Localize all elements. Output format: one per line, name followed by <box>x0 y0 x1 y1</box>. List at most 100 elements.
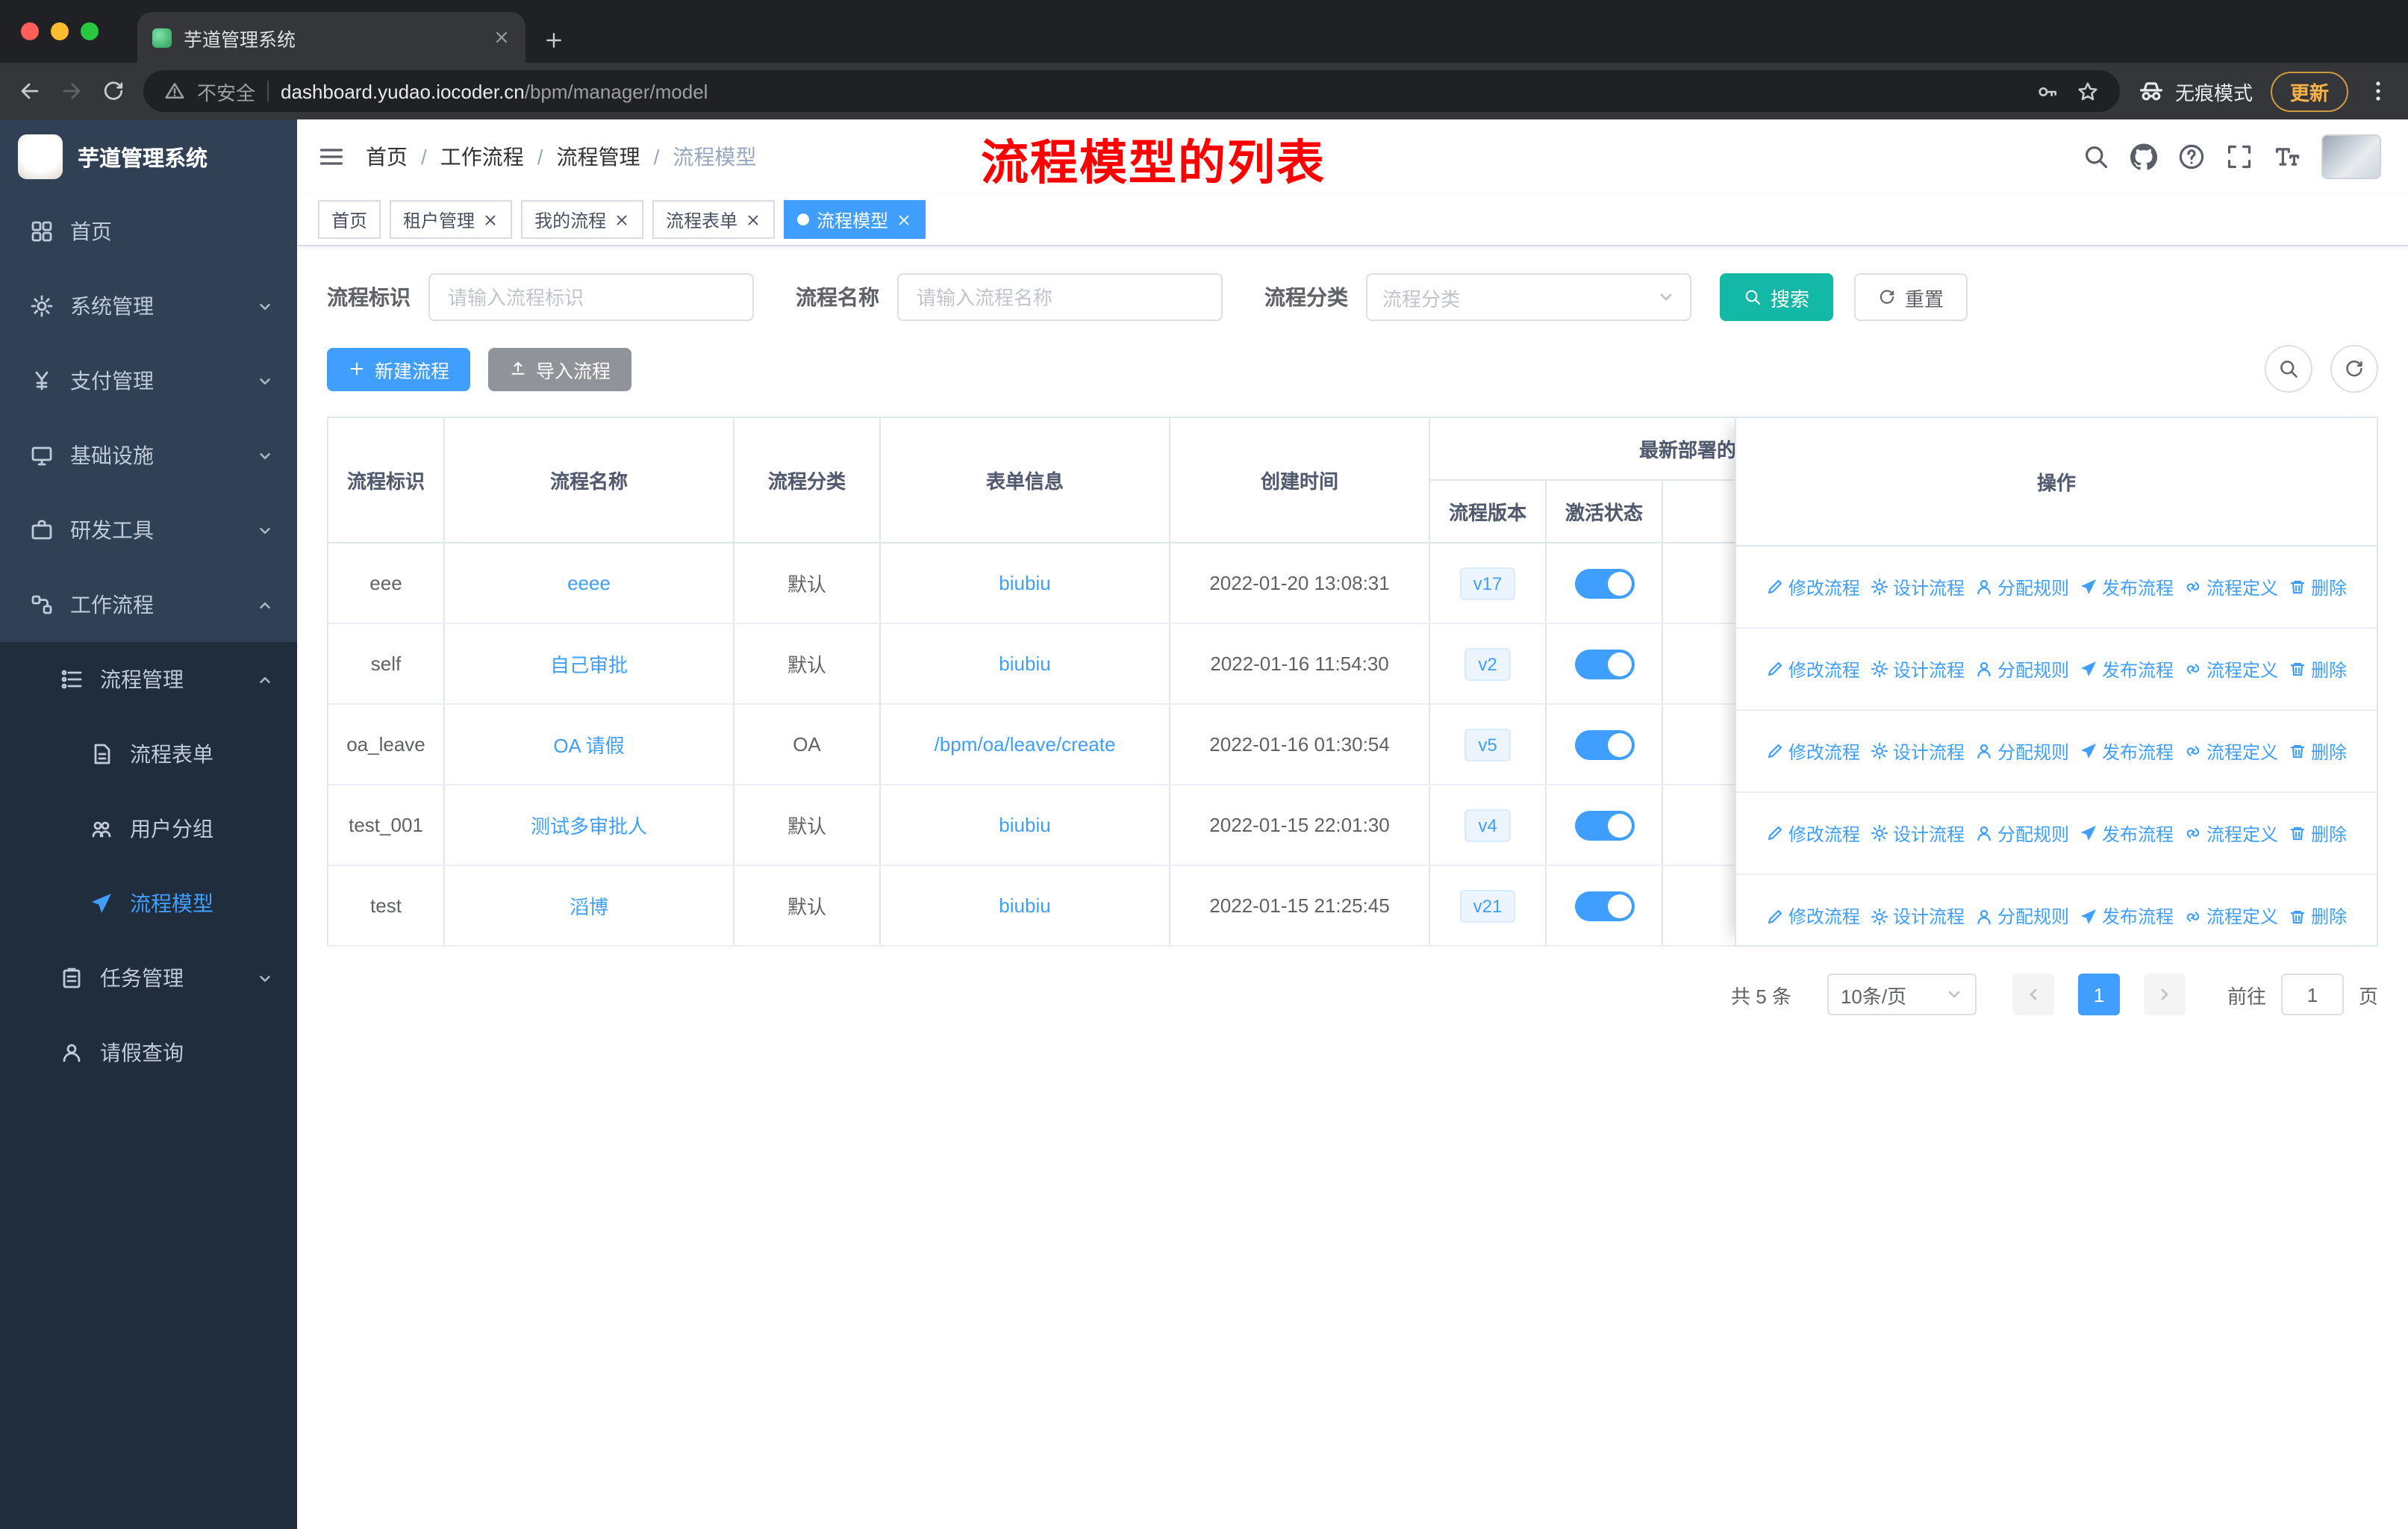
reload-button[interactable] <box>102 79 125 103</box>
design-process-button[interactable]: 设计流程 <box>1871 738 1965 764</box>
publish-process-button[interactable]: 发布流程 <box>2080 903 2174 929</box>
delete-process-button[interactable]: 删除 <box>2289 738 2347 764</box>
tag-my-process[interactable]: 我的流程 <box>521 200 644 239</box>
refresh-table-button[interactable] <box>2330 345 2378 393</box>
forward-button[interactable] <box>60 79 84 103</box>
page-size-select[interactable]: 10条/页 <box>1827 974 1977 1015</box>
active-status-toggle[interactable] <box>1574 891 1634 921</box>
sidebar-item-home[interactable]: 首页 <box>0 194 297 269</box>
assign-rules-button[interactable]: 分配规则 <box>1975 574 2069 600</box>
process-definition-button[interactable]: 流程定义 <box>2184 738 2278 764</box>
back-button[interactable] <box>18 79 42 103</box>
current-page-button[interactable]: 1 <box>2077 974 2120 1015</box>
tag-process-form[interactable]: 流程表单 <box>652 200 776 239</box>
window-zoom-button[interactable] <box>81 22 99 40</box>
hamburger-icon[interactable] <box>318 143 345 170</box>
process-name-link[interactable]: 滔博 <box>570 896 608 918</box>
process-definition-button[interactable]: 流程定义 <box>2184 574 2278 600</box>
help-icon[interactable] <box>2178 143 2205 170</box>
goto-page-input[interactable] <box>2280 974 2344 1015</box>
active-status-toggle[interactable] <box>1574 568 1634 598</box>
form-info-link[interactable]: biubiu <box>999 894 1050 917</box>
form-info-link[interactable]: biubiu <box>999 814 1050 836</box>
breadcrumb-process-management[interactable]: 流程管理 <box>557 142 640 172</box>
publish-process-button[interactable]: 发布流程 <box>2080 738 2174 764</box>
process-definition-button[interactable]: 流程定义 <box>2184 820 2278 846</box>
sidebar-item-payment[interactable]: 支付管理 <box>0 343 297 418</box>
sidebar-item-task-management[interactable]: 任务管理 <box>0 941 297 1015</box>
font-size-icon[interactable] <box>2274 143 2301 170</box>
edit-process-button[interactable]: 修改流程 <box>1766 738 1860 764</box>
tag-close-icon[interactable] <box>896 211 912 228</box>
tag-tenant-management[interactable]: 租户管理 <box>390 200 513 239</box>
sidebar-item-dev-tools[interactable]: 研发工具 <box>0 493 297 567</box>
form-info-link[interactable]: biubiu <box>999 572 1050 594</box>
publish-process-button[interactable]: 发布流程 <box>2080 820 2174 846</box>
process-definition-button[interactable]: 流程定义 <box>2184 903 2278 929</box>
design-process-button[interactable]: 设计流程 <box>1871 820 1965 846</box>
sidebar-item-workflow[interactable]: 工作流程 <box>0 567 297 642</box>
sidebar-logo[interactable]: 芋道管理系统 <box>0 119 297 194</box>
browser-tab[interactable]: 芋道管理系统 <box>137 12 525 63</box>
assign-rules-button[interactable]: 分配规则 <box>1975 903 2069 929</box>
new-tab-button[interactable] <box>543 30 564 51</box>
import-process-button[interactable]: 导入流程 <box>488 347 632 390</box>
sidebar-item-system[interactable]: 系统管理 <box>0 269 297 343</box>
process-name-link[interactable]: OA 请假 <box>553 735 624 757</box>
delete-process-button[interactable]: 删除 <box>2289 656 2347 682</box>
sidebar-item-process-form[interactable]: 流程表单 <box>0 717 297 791</box>
design-process-button[interactable]: 设计流程 <box>1871 656 1965 682</box>
password-key-icon[interactable] <box>2036 80 2059 102</box>
category-select[interactable]: 流程分类 <box>1366 273 1691 321</box>
active-status-toggle[interactable] <box>1574 810 1634 840</box>
edit-process-button[interactable]: 修改流程 <box>1766 574 1860 600</box>
tag-close-icon[interactable] <box>614 211 630 228</box>
active-status-toggle[interactable] <box>1574 729 1634 759</box>
search-button[interactable]: 搜索 <box>1720 273 1834 321</box>
bookmark-star-icon[interactable] <box>2077 80 2099 102</box>
browser-update-button[interactable]: 更新 <box>2270 71 2348 111</box>
tag-close-icon[interactable] <box>745 211 761 228</box>
form-info-link[interactable]: biubiu <box>999 653 1050 675</box>
delete-process-button[interactable]: 删除 <box>2289 574 2347 600</box>
search-icon[interactable] <box>2083 143 2109 170</box>
browser-menu-icon[interactable] <box>2366 79 2390 103</box>
assign-rules-button[interactable]: 分配规则 <box>1975 656 2069 682</box>
sidebar-item-process-management[interactable]: 流程管理 <box>0 642 297 717</box>
process-definition-button[interactable]: 流程定义 <box>2184 656 2278 682</box>
edit-process-button[interactable]: 修改流程 <box>1766 820 1860 846</box>
process-name-input[interactable] <box>897 273 1223 321</box>
tag-close-icon[interactable] <box>482 211 499 228</box>
publish-process-button[interactable]: 发布流程 <box>2080 656 2174 682</box>
edit-process-button[interactable]: 修改流程 <box>1766 656 1860 682</box>
active-status-toggle[interactable] <box>1574 649 1634 679</box>
github-icon[interactable] <box>2130 143 2157 170</box>
sidebar-item-infrastructure[interactable]: 基础设施 <box>0 418 297 493</box>
delete-process-button[interactable]: 删除 <box>2289 903 2347 929</box>
form-info-link[interactable]: /bpm/oa/leave/create <box>935 733 1116 756</box>
next-page-button[interactable] <box>2143 974 2186 1015</box>
breadcrumb-workflow[interactable]: 工作流程 <box>440 142 524 172</box>
address-bar[interactable]: 不安全 dashboard.yudao.iocoder.cn/bpm/manag… <box>143 70 2120 112</box>
assign-rules-button[interactable]: 分配规则 <box>1975 738 2069 764</box>
tag-process-model[interactable]: 流程模型 <box>784 200 926 239</box>
user-avatar[interactable] <box>2321 134 2381 179</box>
tag-home[interactable]: 首页 <box>318 200 381 239</box>
publish-process-button[interactable]: 发布流程 <box>2080 574 2174 600</box>
sidebar-item-leave-query[interactable]: 请假查询 <box>0 1015 297 1090</box>
edit-process-button[interactable]: 修改流程 <box>1766 903 1860 929</box>
assign-rules-button[interactable]: 分配规则 <box>1975 820 2069 846</box>
window-close-button[interactable] <box>21 22 39 40</box>
sidebar-item-process-model[interactable]: 流程模型 <box>0 866 297 941</box>
tab-close-icon[interactable] <box>493 28 511 46</box>
design-process-button[interactable]: 设计流程 <box>1871 903 1965 929</box>
create-process-button[interactable]: 新建流程 <box>327 347 471 390</box>
breadcrumb-home[interactable]: 首页 <box>366 142 408 172</box>
process-name-link[interactable]: eeee <box>567 572 611 594</box>
delete-process-button[interactable]: 删除 <box>2289 820 2347 846</box>
process-id-input[interactable] <box>428 273 754 321</box>
fullscreen-icon[interactable] <box>2226 143 2253 170</box>
toggle-search-button[interactable] <box>2265 345 2312 393</box>
process-name-link[interactable]: 测试多审批人 <box>531 815 647 838</box>
prev-page-button[interactable] <box>2012 974 2054 1015</box>
